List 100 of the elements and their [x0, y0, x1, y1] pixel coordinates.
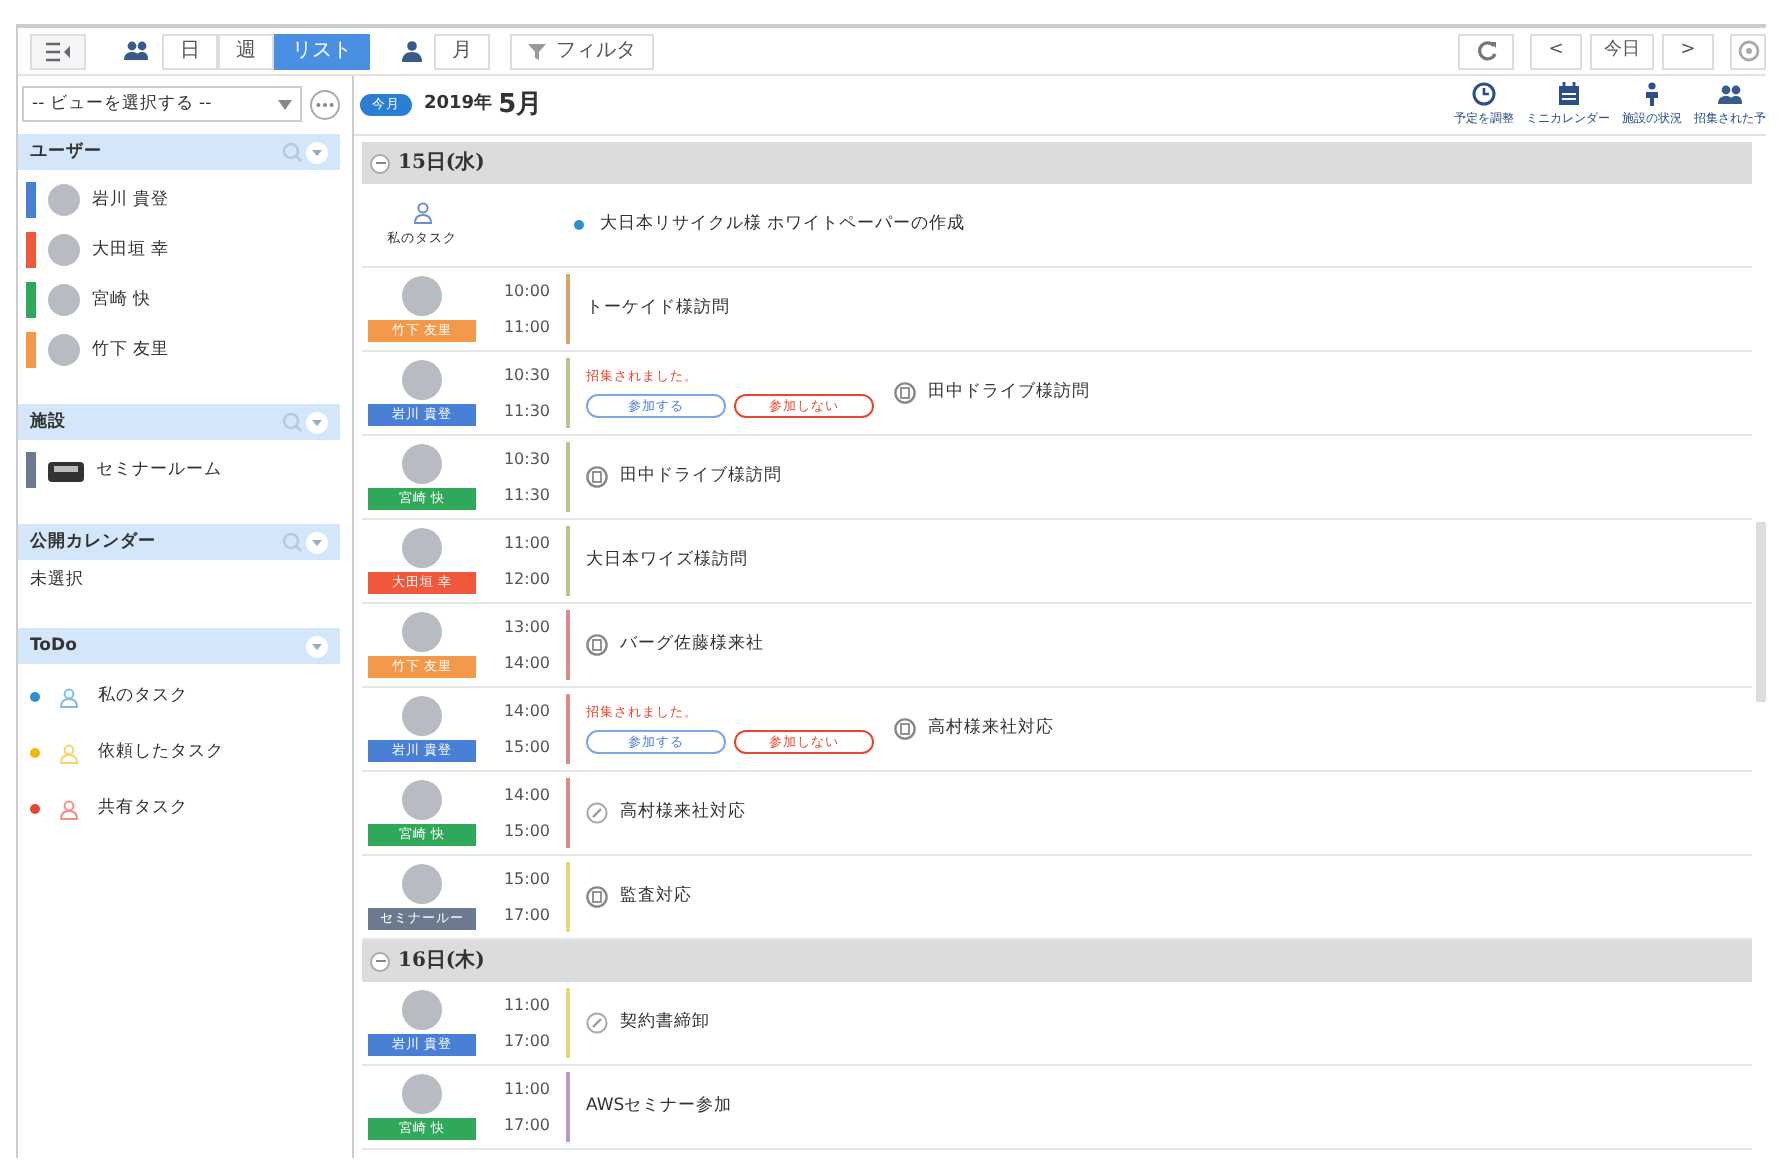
start-time: 14:00 [503, 783, 550, 807]
collapse-menu-icon [44, 41, 72, 61]
search-button[interactable] [282, 412, 302, 432]
search-button[interactable] [282, 532, 302, 552]
avatar [402, 444, 442, 484]
event-title: AWSセミナー参加 [586, 1094, 733, 1120]
meeting-icon [586, 634, 608, 656]
caret-circle-icon [306, 141, 328, 163]
end-time: 11:30 [503, 399, 550, 423]
nav-button[interactable]: < [1530, 33, 1582, 69]
end-time: 14:00 [503, 651, 550, 675]
view-select[interactable]: -- ビューを選択する -- [22, 86, 302, 122]
sidebar-item[interactable]: 私のタスク [26, 672, 344, 722]
start-time: 11:00 [503, 531, 550, 555]
sidebar-item[interactable]: 竹下 友里 [26, 328, 344, 372]
start-time: 14:00 [503, 699, 550, 723]
avatar [402, 1074, 442, 1114]
more-icon [316, 101, 334, 107]
sidebar-item[interactable]: 岩川 貴登 [26, 178, 344, 222]
event-title: トーケイド様訪問 [586, 296, 730, 322]
event-title: 契約書締卸 [620, 1010, 710, 1036]
view-tab[interactable]: 月 [434, 33, 490, 69]
sidebar-item[interactable]: 未選択 [26, 568, 344, 596]
sidebar-item[interactable]: 依頼したタスク [26, 728, 344, 778]
item-label: 私のタスク [98, 684, 188, 710]
end-time: 17:00 [503, 1029, 550, 1053]
nav-button[interactable]: 今日 [1590, 33, 1654, 69]
start-time: 10:30 [503, 447, 550, 471]
search-icon [282, 532, 302, 552]
collapse-day-button[interactable] [370, 951, 390, 971]
search-button[interactable] [282, 142, 302, 162]
event-title: 高村様来社対応 [620, 800, 746, 826]
start-time: 10:00 [503, 279, 550, 303]
end-time: 17:00 [503, 903, 550, 927]
person-outline-icon [60, 799, 78, 819]
refresh-icon [1475, 40, 1497, 62]
more-options-button[interactable] [310, 89, 340, 119]
sidebar-item[interactable]: 大田垣 幸 [26, 228, 344, 272]
person-outline-icon [60, 743, 78, 763]
standing-person-icon [1644, 82, 1660, 106]
start-time: 11:00 [503, 993, 550, 1017]
end-time: 15:00 [503, 819, 550, 843]
dropdown-button[interactable] [306, 635, 328, 657]
section-title: ユーザー [30, 139, 102, 165]
collapse-day-button[interactable] [370, 153, 390, 173]
nav-button[interactable]: > [1662, 33, 1714, 69]
dropdown-button[interactable] [306, 531, 328, 553]
avatar [402, 360, 442, 400]
meeting-icon [586, 886, 608, 908]
avatar [402, 780, 442, 820]
end-time: 11:30 [503, 483, 550, 507]
avatar [402, 864, 442, 904]
day-title: 15日(水) [398, 149, 485, 178]
dropdown-button[interactable] [306, 141, 328, 163]
group-icon [122, 40, 150, 62]
meeting-icon [894, 382, 916, 404]
search-icon [282, 142, 302, 162]
avatar [48, 184, 80, 216]
avatar [402, 612, 442, 652]
item-label: 竹下 友里 [92, 337, 170, 363]
end-time: 17:00 [503, 1113, 550, 1137]
day-title: 16日(木) [398, 947, 485, 976]
avatar [402, 276, 442, 316]
start-time: 13:00 [503, 615, 550, 639]
caret-circle-icon [306, 411, 328, 433]
month-label: 5月 [498, 87, 543, 124]
settings-button[interactable] [1730, 33, 1766, 69]
meeting-icon [586, 466, 608, 488]
view-tab[interactable]: 日 [162, 33, 218, 69]
sidebar-item[interactable]: 共有タスク [26, 784, 344, 834]
sidebar-item[interactable]: セミナールーム [26, 448, 344, 492]
room-icon [48, 458, 84, 482]
avatar [402, 696, 442, 736]
start-time: 10:30 [503, 363, 550, 387]
item-label: 大田垣 幸 [92, 237, 170, 263]
item-label: 依頼したタスク [98, 740, 224, 766]
section-title: 公開カレンダー [30, 529, 156, 555]
pencil-icon [586, 802, 608, 824]
start-time: 11:00 [503, 1077, 550, 1101]
refresh-button[interactable] [1458, 33, 1514, 69]
collapse-button[interactable] [30, 33, 86, 69]
caret-icon [278, 99, 292, 109]
person-outline-icon [60, 687, 78, 707]
year-label: 2019年 [424, 91, 493, 118]
end-time: 11:00 [503, 315, 550, 339]
filter-icon [528, 42, 546, 60]
person-icon [402, 40, 422, 62]
dropdown-button[interactable] [306, 411, 328, 433]
event-title: 高村様来社対応 [928, 716, 1054, 742]
start-time: 15:00 [503, 867, 550, 891]
item-label: 岩川 貴登 [92, 187, 170, 213]
sidebar-item[interactable]: 宮崎 快 [26, 278, 344, 322]
end-time: 15:00 [503, 735, 550, 759]
view-tab[interactable]: 週 [218, 33, 274, 69]
section-title: ToDo [30, 633, 77, 659]
group-icon [1716, 84, 1744, 106]
avatar [48, 234, 80, 266]
filter-button[interactable]: フィルタ [510, 33, 654, 69]
person-outline-icon [413, 201, 431, 224]
search-icon [282, 412, 302, 432]
